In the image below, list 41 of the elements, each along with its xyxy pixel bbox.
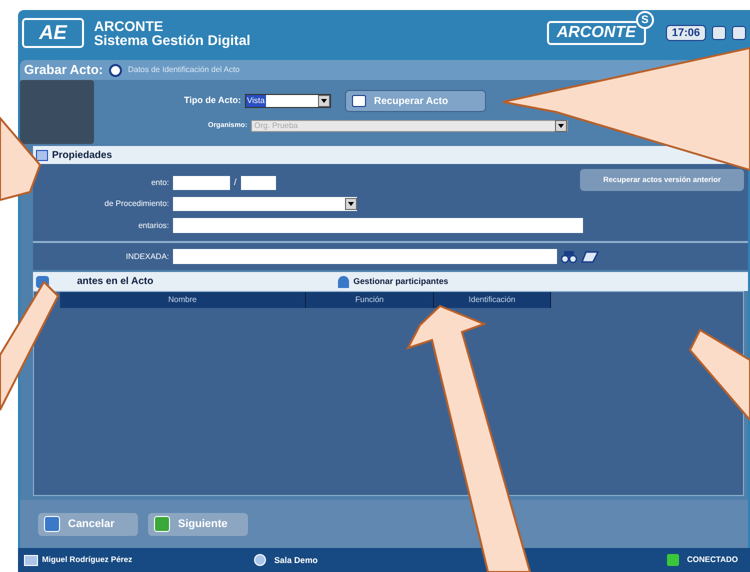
field-label: INDEXADA:	[124, 250, 169, 262]
field-label: de Procedimiento:	[104, 198, 169, 210]
separator-text: /	[234, 176, 237, 190]
connection-status: CONECTADO	[687, 554, 738, 566]
brand-badge: S	[636, 11, 654, 29]
window-icon[interactable]	[732, 26, 746, 40]
app-subtitle: Sistema Gestión Digital	[94, 33, 250, 47]
connection-indicator	[667, 554, 680, 566]
input-field[interactable]	[173, 176, 230, 190]
field-value: Org. Prueba	[253, 120, 299, 132]
dropdown-button[interactable]	[318, 95, 330, 107]
field-label: entarios:	[137, 220, 169, 232]
column-header[interactable]: Nombre	[60, 292, 306, 308]
section-title: Propiedades	[52, 148, 112, 162]
form-subtitle: Datos de Identificación del Acto	[128, 64, 240, 76]
eraser-icon[interactable]	[581, 250, 599, 262]
window-icon[interactable]	[712, 26, 726, 40]
column-header[interactable]: Identificación	[434, 292, 551, 308]
procedure-select[interactable]	[173, 197, 357, 211]
input-field[interactable]	[173, 249, 557, 264]
dropdown-button[interactable]	[345, 198, 357, 210]
app-title: ARCONTE	[94, 19, 164, 33]
section-title: antes en el Acto	[77, 275, 154, 289]
user-name: Miguel Rodríguez Pérez	[42, 554, 132, 566]
clock: 17:06	[666, 25, 706, 41]
manage-participants-link[interactable]: Gestionar participantes	[338, 275, 448, 288]
binoculars-icon[interactable]	[561, 250, 577, 264]
column-header[interactable]: Función	[306, 292, 434, 308]
input-field[interactable]	[240, 176, 276, 190]
field-label: ento:	[150, 177, 169, 189]
caret-icon	[558, 124, 564, 128]
caret-icon	[321, 99, 327, 103]
form-title: Grabar Acto:	[24, 61, 103, 80]
selected-option: Vista	[246, 95, 266, 107]
logo-text: AE	[39, 23, 67, 43]
input-field[interactable]	[173, 218, 583, 233]
field-label: Tipo de Acto:	[184, 94, 241, 108]
room-name: Sala Demo	[274, 554, 318, 566]
caret-icon	[348, 202, 354, 206]
type-select[interactable]: Vista	[245, 94, 331, 108]
list-icon	[36, 150, 48, 160]
